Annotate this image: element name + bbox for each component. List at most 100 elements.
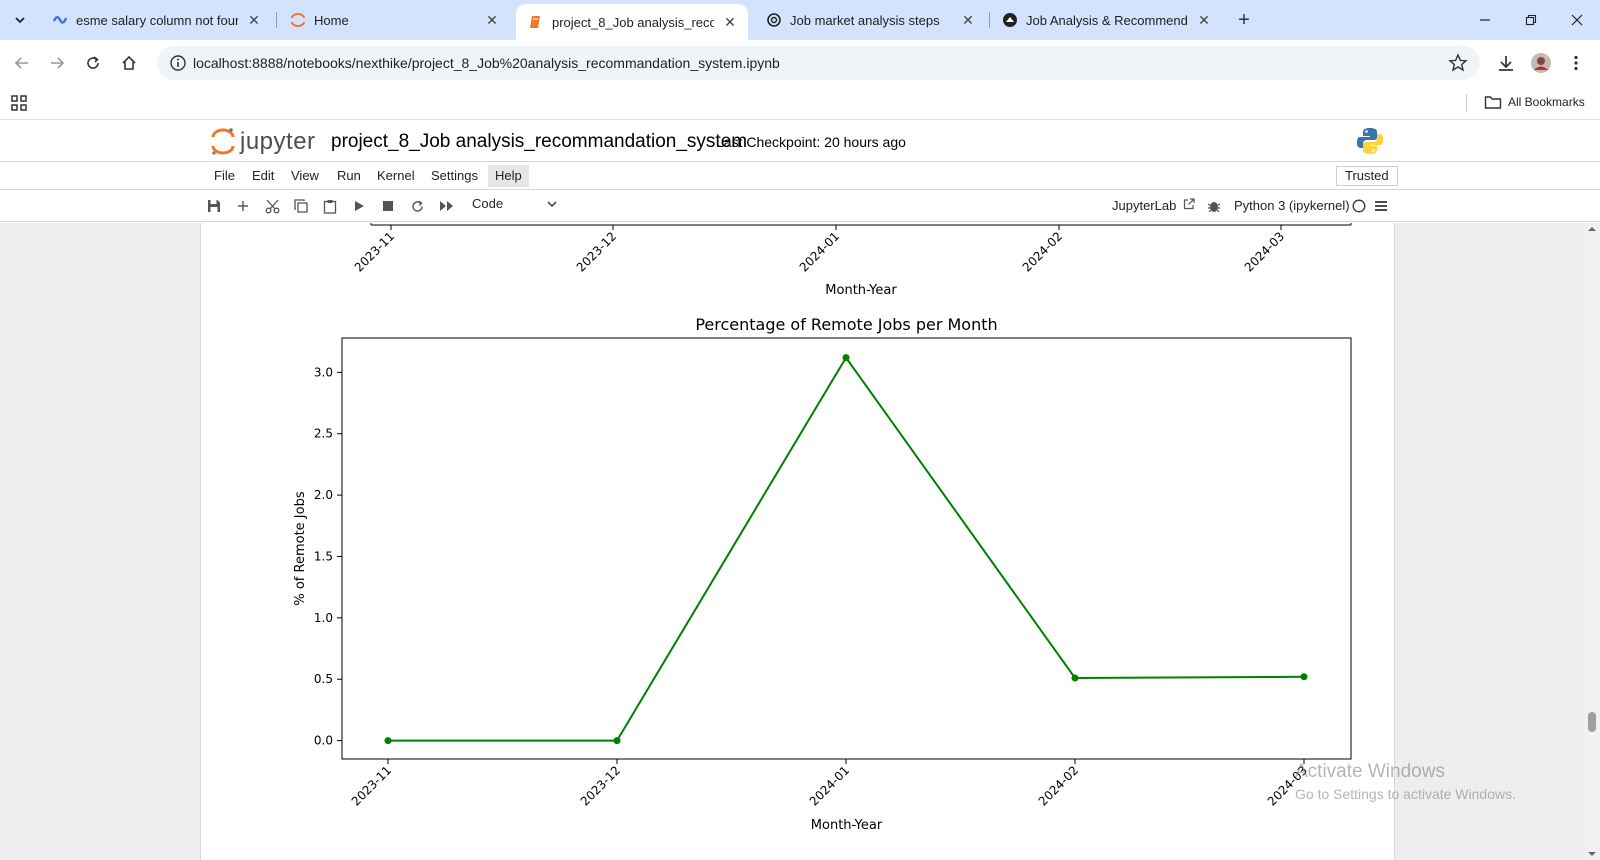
trusted-indicator[interactable]: Trusted bbox=[1336, 166, 1398, 186]
streamlit-icon bbox=[1002, 12, 1018, 28]
y-tick-label: 2.0 bbox=[314, 488, 333, 502]
menu-edit[interactable]: Edit bbox=[245, 165, 281, 187]
data-point bbox=[1300, 673, 1308, 681]
tab-notebook-active[interactable]: project_8_Job analysis_recomm ✕ bbox=[516, 4, 748, 40]
kernel-label: Python 3 (ipykernel) bbox=[1234, 198, 1350, 213]
scroll-down-arrow-icon[interactable] bbox=[1584, 848, 1600, 860]
menu-view[interactable]: View bbox=[284, 165, 326, 187]
bookmarks-separator bbox=[1466, 94, 1467, 112]
jupyter-logo[interactable]: jupyter bbox=[210, 127, 316, 157]
jupyter-wordmark: jupyter bbox=[240, 128, 316, 155]
y-tick-label: 0.5 bbox=[314, 672, 333, 686]
chart1-x-axis-label: Month-Year bbox=[825, 283, 897, 298]
tab-home[interactable]: Home ✕ bbox=[278, 4, 510, 36]
chart1-x-tick-label: 2023-12 bbox=[574, 229, 619, 274]
jupyter-menubar: File Edit View Run Kernel Settings Help … bbox=[0, 162, 1600, 190]
close-icon[interactable]: ✕ bbox=[1194, 10, 1214, 30]
chevron-down-icon bbox=[15, 17, 25, 24]
cut-cell-button[interactable] bbox=[263, 197, 281, 215]
kernel-name[interactable]: Python 3 (ipykernel) bbox=[1234, 198, 1350, 213]
y-axis-label: % of Remote Jobs bbox=[293, 491, 308, 605]
python-logo-icon bbox=[1357, 128, 1383, 154]
close-icon[interactable]: ✕ bbox=[482, 10, 502, 30]
chart1-x-tick-label: 2023-11 bbox=[352, 229, 397, 274]
scissors-icon bbox=[265, 199, 279, 213]
restore-button[interactable] bbox=[1508, 0, 1554, 40]
notebook-menu-button[interactable] bbox=[1372, 197, 1390, 215]
all-bookmarks-label: All Bookmarks bbox=[1508, 95, 1585, 109]
cell-type-dropdown[interactable]: Code bbox=[472, 196, 562, 216]
save-button[interactable] bbox=[205, 197, 223, 215]
scrollbar-thumb[interactable] bbox=[1588, 712, 1596, 732]
data-point bbox=[842, 354, 850, 362]
tab-search-button[interactable] bbox=[8, 8, 32, 32]
chart1-x-tick-label: 2024-01 bbox=[797, 229, 842, 274]
close-window-button[interactable] bbox=[1554, 0, 1600, 40]
chart1-x-tick-label: 2024-02 bbox=[1020, 229, 1065, 274]
jupyterlab-link[interactable]: JupyterLab bbox=[1112, 198, 1195, 213]
interrupt-kernel-button[interactable] bbox=[379, 197, 397, 215]
insert-cell-button[interactable] bbox=[234, 197, 252, 215]
menu-kernel[interactable]: Kernel bbox=[370, 165, 422, 187]
chart1-x-tick-label: 2024-03 bbox=[1242, 229, 1287, 274]
paste-cell-button[interactable] bbox=[321, 197, 339, 215]
new-tab-button[interactable]: + bbox=[1232, 8, 1256, 32]
site-info-icon[interactable] bbox=[169, 54, 187, 72]
chart-plot-frame bbox=[341, 337, 1352, 760]
arrow-left-icon bbox=[14, 57, 28, 69]
run-cell-button[interactable] bbox=[350, 197, 368, 215]
address-bar[interactable]: localhost:8888/notebooks/nexthike/projec… bbox=[157, 46, 1480, 80]
close-icon[interactable]: ✕ bbox=[244, 10, 264, 30]
browser-toolbar: localhost:8888/notebooks/nexthike/projec… bbox=[0, 40, 1600, 86]
notebook-panel: 2023-11 2023-12 2024-01 2024-02 2024-03 Month… bbox=[200, 223, 1395, 860]
downloads-button[interactable] bbox=[1491, 48, 1521, 78]
vertical-scrollbar[interactable] bbox=[1584, 223, 1600, 860]
close-icon[interactable]: ✕ bbox=[958, 10, 978, 30]
x-tick-label: 2024-02 bbox=[1036, 763, 1081, 808]
restart-kernel-button[interactable] bbox=[408, 197, 426, 215]
bookmarks-bar: All Bookmarks bbox=[0, 86, 1600, 120]
copy-cell-button[interactable] bbox=[292, 197, 310, 215]
tab-chatgpt[interactable]: Job market analysis steps ✕ bbox=[754, 4, 986, 36]
forward-button[interactable] bbox=[42, 48, 72, 78]
profile-avatar[interactable] bbox=[1526, 48, 1556, 78]
data-point bbox=[384, 737, 392, 745]
data-point bbox=[613, 737, 621, 745]
debugger-button[interactable] bbox=[1205, 197, 1223, 215]
x-tick-label: 2023-12 bbox=[578, 763, 623, 808]
scroll-up-arrow-icon[interactable] bbox=[1584, 223, 1600, 235]
y-tick-label: 1.0 bbox=[314, 611, 333, 625]
minimize-button[interactable] bbox=[1462, 0, 1508, 40]
plus-icon bbox=[238, 201, 248, 211]
avatar-icon bbox=[1531, 53, 1551, 73]
tab-copilot[interactable]: esme salary column not found d ✕ bbox=[40, 4, 272, 36]
reload-icon bbox=[87, 56, 99, 69]
save-icon bbox=[208, 200, 220, 212]
url-text[interactable]: localhost:8888/notebooks/nexthike/projec… bbox=[193, 55, 780, 71]
close-icon[interactable]: ✕ bbox=[720, 12, 740, 32]
restart-run-all-button[interactable] bbox=[437, 197, 455, 215]
kernel-idle-circle-icon bbox=[1352, 199, 1366, 213]
menu-help[interactable]: Help bbox=[488, 165, 529, 187]
notebook-scroll-area[interactable]: 2023-11 2023-12 2024-01 2024-02 2024-03 Month… bbox=[0, 223, 1600, 860]
jupyter-logo-icon bbox=[211, 128, 235, 155]
checkpoint-status: Last Checkpoint: 20 hours ago bbox=[716, 134, 906, 150]
bookmark-star-icon[interactable] bbox=[1448, 53, 1468, 73]
home-button[interactable] bbox=[114, 48, 144, 78]
hamburger-menu-icon bbox=[1375, 201, 1387, 211]
tab-streamlit[interactable]: Job Analysis & Recommender ✕ bbox=[990, 4, 1222, 36]
menu-run[interactable]: Run bbox=[330, 165, 368, 187]
minimize-icon bbox=[1480, 19, 1490, 21]
menu-settings[interactable]: Settings bbox=[424, 165, 485, 187]
jupyterlab-label: JupyterLab bbox=[1112, 198, 1177, 213]
back-button[interactable] bbox=[7, 48, 37, 78]
series-line bbox=[388, 355, 1305, 742]
notebook-title[interactable]: project_8_Job analysis_recommandation_sy… bbox=[331, 131, 747, 153]
cell-output-figures: 2023-11 2023-12 2024-01 2024-02 2024-03 Month… bbox=[293, 223, 1352, 833]
reload-button[interactable] bbox=[78, 48, 108, 78]
apps-grid-icon[interactable] bbox=[10, 94, 28, 112]
all-bookmarks-button[interactable]: All Bookmarks bbox=[1484, 94, 1585, 110]
menu-file[interactable]: File bbox=[207, 165, 242, 187]
browser-menu-button[interactable] bbox=[1561, 48, 1591, 78]
bug-icon bbox=[1207, 202, 1221, 213]
